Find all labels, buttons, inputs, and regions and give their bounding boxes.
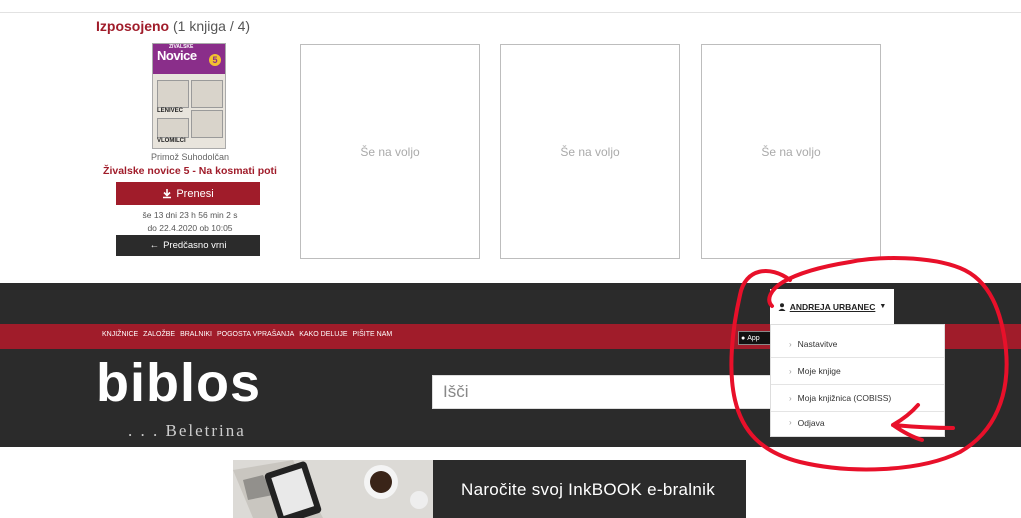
app-store-badge[interactable]: ● App: [738, 331, 772, 345]
nav-link-readers[interactable]: BRALNIKI: [180, 331, 212, 338]
empty-slot[interactable]: Še na voljo: [500, 44, 680, 259]
brand-subtitle: . . . Beletrina: [128, 421, 246, 440]
due-date: do 22.4.2020 ob 10:05: [147, 223, 233, 233]
chevron-right-icon: ›: [789, 366, 792, 376]
early-return-button[interactable]: ← Predčasno vrni: [116, 235, 260, 256]
menu-item-logout[interactable]: › Odjava: [771, 409, 944, 436]
empty-slot[interactable]: Še na voljo: [701, 44, 881, 259]
banner-text: Naročite svoj InkBOOK e-bralnik: [461, 480, 715, 499]
book-cover[interactable]: Novice 5 ŽIVALSKE LENIVEC VLOMILCI: [152, 43, 226, 149]
nav-link-contact[interactable]: PIŠITE NAM: [353, 331, 393, 338]
chevron-right-icon: ›: [789, 418, 792, 427]
chevron-right-icon: ›: [789, 393, 792, 403]
chevron-right-icon: ›: [789, 339, 792, 349]
nav-link-how-it-works[interactable]: KAKO DELUJE: [299, 331, 347, 338]
early-return-label: Predčasno vrni: [163, 240, 227, 251]
user-icon: [778, 302, 786, 311]
arrow-left-icon: ←: [149, 240, 160, 251]
menu-item-my-books[interactable]: › Moje knjige: [771, 358, 944, 385]
menu-item-my-library[interactable]: › Moja knjižnica (COBISS): [771, 385, 944, 412]
menu-item-settings[interactable]: › Nastavitve: [771, 331, 944, 358]
time-remaining: še 13 dni 23 h 56 min 2 s: [142, 210, 238, 220]
search-input[interactable]: Išči: [432, 375, 772, 409]
nav-links: KNJIŽNICE ZALOŽBE BRALNIKI POGOSTA VPRAŠ…: [102, 331, 392, 338]
nav-link-faq[interactable]: POGOSTA VPRAŠANJA: [217, 331, 294, 338]
download-label: Prenesi: [176, 187, 214, 200]
download-button[interactable]: Prenesi: [116, 182, 260, 205]
book-author: Primož Suhodolčan: [150, 152, 230, 162]
nav-link-libraries[interactable]: KNJIŽNICE: [102, 331, 138, 338]
book-title[interactable]: Živalske novice 5 - Na kosmati poti: [96, 165, 284, 177]
empty-slot[interactable]: Še na voljo: [300, 44, 480, 259]
user-name: ANDREJA URBANEC: [789, 301, 876, 312]
cover-badge: 5: [209, 54, 221, 66]
inkbook-banner[interactable]: Naročite svoj InkBOOK e-bralnik: [233, 460, 746, 518]
user-dropdown-menu: › Nastavitve › Moje knjige › Moja knjižnica…: [770, 324, 945, 437]
top-divider: [0, 12, 1021, 13]
banner-image: [233, 460, 433, 518]
caret-down-icon: ▼: [879, 303, 887, 310]
borrowed-heading: Izposojeno (1 knjiga / 4): [96, 18, 251, 34]
download-icon: [163, 188, 172, 198]
cover-logo: Novice: [157, 48, 197, 63]
apple-icon: ●: [741, 334, 746, 342]
user-menu-button[interactable]: ANDREJA URBANEC ▼: [770, 289, 894, 324]
nav-link-publishers[interactable]: ZALOŽBE: [143, 331, 175, 338]
brand-logo[interactable]: biblos: [96, 352, 261, 414]
